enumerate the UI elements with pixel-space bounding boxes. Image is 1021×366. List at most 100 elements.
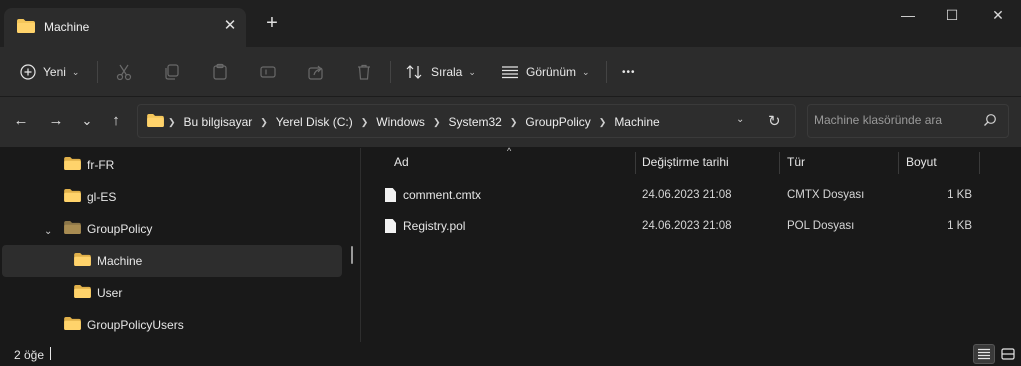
modified-cell: 24.06.2023 21:08 — [642, 189, 732, 201]
paste-button[interactable] — [211, 57, 229, 87]
column-header-label: Tür — [787, 155, 805, 169]
address-bar[interactable]: ❯ Bu bilgisayar ❯ Yerel Disk (C:) ❯ Wind… — [137, 104, 796, 138]
size-cell: 1 KB — [947, 189, 972, 201]
sort-icon — [406, 65, 422, 79]
breadcrumb-item[interactable]: System32 — [448, 115, 501, 129]
chevron-down-icon: ⌄ — [71, 66, 80, 77]
column-header-label: Değiştirme tarihi — [642, 155, 729, 169]
divider — [606, 61, 607, 83]
cut-button[interactable] — [115, 57, 133, 87]
new-tab-button[interactable]: + — [262, 13, 282, 33]
size-cell: 1 KB — [947, 220, 972, 232]
back-button[interactable]: ← — [11, 111, 31, 131]
column-divider[interactable] — [979, 152, 980, 174]
forward-button[interactable]: → — [46, 111, 66, 131]
view-button[interactable]: Görünüm ⌄ — [501, 57, 590, 87]
modified-cell: 24.06.2023 21:08 — [642, 220, 732, 232]
search-input[interactable] — [814, 113, 974, 127]
column-header-type[interactable]: Tür — [787, 148, 897, 176]
folder-icon — [147, 114, 164, 130]
close-tab-icon[interactable]: ✕ — [221, 17, 239, 35]
breadcrumb-item[interactable]: Bu bilgisayar — [184, 115, 253, 129]
share-button[interactable] — [307, 57, 325, 87]
tree-item-grouppolicy[interactable]: GroupPolicy — [64, 213, 344, 245]
tree-item-label: User — [97, 286, 123, 300]
sort-label: Sırala — [431, 65, 463, 79]
tree-item-machine[interactable]: Machine — [2, 245, 342, 277]
folder-icon — [74, 253, 91, 269]
divider — [390, 61, 391, 83]
tree-item-grouppolicyusers[interactable]: GroupPolicyUsers — [64, 309, 344, 341]
file-name: comment.cmtx — [403, 188, 482, 202]
breadcrumb-item[interactable]: Machine — [614, 115, 659, 129]
folder-icon — [64, 157, 81, 173]
sort-button[interactable]: Sırala ⌄ — [406, 57, 476, 87]
new-button[interactable]: Yeni ⌄ — [20, 57, 79, 87]
status-divider — [50, 347, 51, 360]
tiles-view-icon — [1001, 348, 1015, 360]
column-header-size[interactable]: Boyut — [906, 148, 978, 176]
tree-item-fr-fr[interactable]: fr-FR — [64, 149, 344, 181]
delete-button[interactable] — [355, 57, 373, 87]
chevron-right-icon: ❯ — [360, 116, 369, 127]
more-options-button[interactable]: ••• — [622, 57, 636, 87]
view-label: Görünüm — [526, 65, 577, 79]
copy-icon — [165, 64, 179, 80]
column-divider[interactable] — [635, 152, 636, 174]
column-divider[interactable] — [779, 152, 780, 174]
column-divider[interactable] — [898, 152, 899, 174]
breadcrumb-item[interactable]: Yerel Disk (C:) — [276, 115, 353, 129]
chevron-down-icon[interactable]: ⌄ — [44, 226, 52, 237]
column-header-date[interactable]: Değiştirme tarihi — [642, 148, 778, 176]
breadcrumb: ❯ Bu bilgisayar ❯ Yerel Disk (C:) ❯ Wind… — [168, 115, 660, 129]
copy-button[interactable] — [163, 57, 181, 87]
breadcrumb-item[interactable]: Windows — [376, 115, 425, 129]
address-dropdown-icon[interactable]: ⌄ — [736, 114, 744, 125]
file-icon — [385, 219, 396, 233]
tiles-view-button[interactable] — [997, 344, 1019, 364]
paste-icon — [213, 63, 227, 80]
folder-icon — [64, 317, 81, 333]
minimize-button[interactable]: — — [885, 4, 931, 26]
details-view-icon — [978, 348, 990, 360]
chevron-down-icon: ⌄ — [468, 66, 476, 77]
tree-item-label: gl-ES — [87, 190, 117, 204]
tab-machine[interactable]: Machine ✕ — [4, 8, 246, 47]
folder-open-icon — [64, 221, 81, 237]
delete-icon — [358, 64, 370, 80]
refresh-icon[interactable]: ↻ — [768, 112, 781, 130]
tree-item-gl-es[interactable]: gl-ES — [64, 181, 344, 213]
file-list: ^ Ad Değiştirme tarihi Tür Boyut comment… — [361, 146, 1021, 342]
recent-locations-button[interactable]: ⌄ — [77, 111, 97, 131]
rename-icon — [260, 66, 276, 78]
up-button[interactable]: ↑ — [106, 111, 126, 131]
maximize-button[interactable]: ☐ — [929, 4, 975, 26]
chevron-down-icon: ⌄ — [582, 66, 590, 77]
more-icon: ••• — [622, 66, 636, 78]
chevron-right-icon: ❯ — [509, 116, 518, 127]
scrollbar-thumb[interactable] — [351, 246, 353, 264]
table-row[interactable]: comment.cmtx 24.06.2023 21:08 CMTX Dosya… — [361, 180, 1021, 210]
column-header-name[interactable]: Ad — [394, 148, 634, 176]
type-cell: POL Dosyası — [787, 220, 855, 232]
search-box[interactable] — [807, 104, 1009, 138]
cut-icon — [116, 64, 132, 81]
folder-icon — [74, 285, 91, 301]
search-icon[interactable] — [983, 113, 997, 130]
rename-button[interactable] — [259, 57, 277, 87]
divider — [97, 61, 98, 83]
breadcrumb-item[interactable]: GroupPolicy — [525, 115, 590, 129]
folder-icon — [64, 189, 81, 205]
table-row[interactable]: Registry.pol 24.06.2023 21:08 POL Dosyas… — [361, 211, 1021, 241]
type-cell: CMTX Dosyası — [787, 189, 865, 201]
file-name: Registry.pol — [403, 219, 466, 233]
tree-item-user[interactable]: User — [74, 277, 344, 309]
close-window-button[interactable]: ✕ — [975, 4, 1021, 26]
tree-item-label: Machine — [97, 254, 143, 268]
chevron-right-icon: ❯ — [168, 116, 176, 127]
details-view-button[interactable] — [973, 344, 995, 364]
folder-icon — [17, 19, 35, 36]
title-bar: Machine ✕ + — ☐ ✕ — [0, 0, 1021, 47]
file-name-cell: comment.cmtx — [385, 180, 481, 210]
command-bar: Yeni ⌄ Sırala ⌄ Görünüm ⌄ ••• — [0, 47, 1021, 97]
